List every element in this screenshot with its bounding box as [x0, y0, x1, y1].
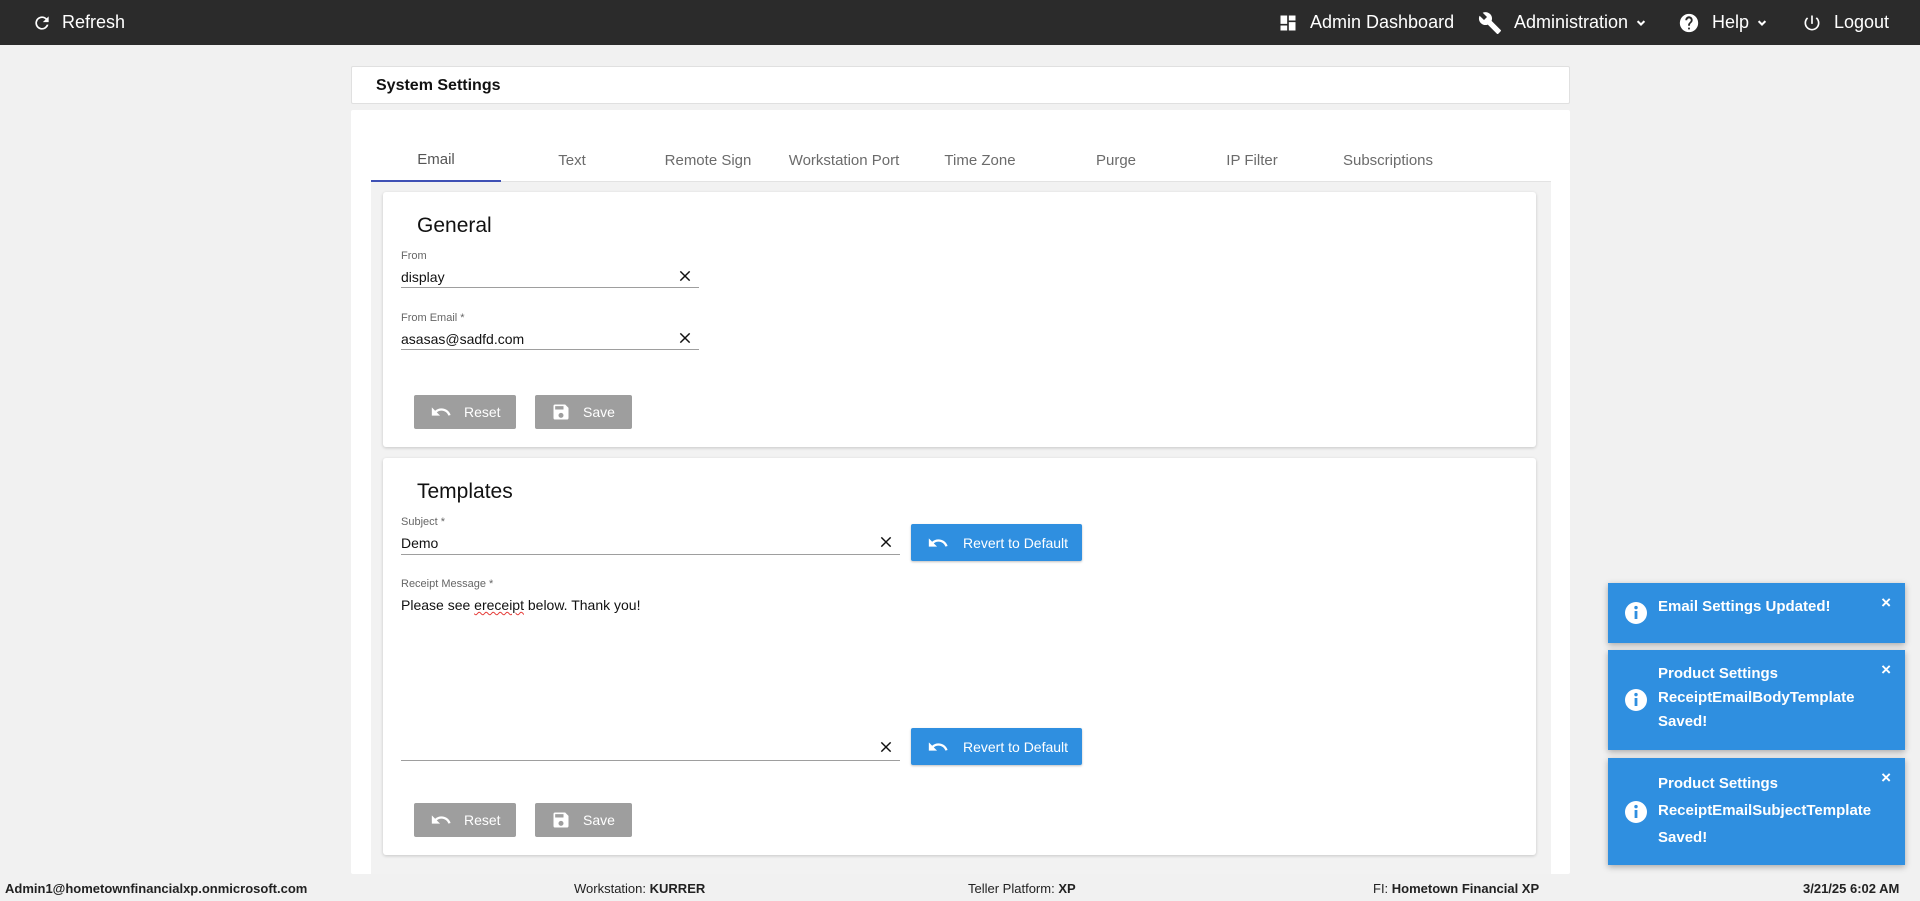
admin-dashboard-link[interactable]: Admin Dashboard: [1278, 0, 1454, 45]
chevron-down-icon: [1636, 19, 1646, 26]
floppy-disk-icon: [553, 812, 569, 828]
status-bar: Admin1@hometownfinancialxp.onmicrosoft.c…: [0, 875, 1920, 901]
toast-notification: Product Settings ReceiptEmailSubjectTemp…: [1608, 758, 1905, 865]
fi-info: FI: Hometown Financial XP: [1373, 881, 1540, 896]
current-user: Admin1@hometownfinancialxp.onmicrosoft.c…: [5, 881, 308, 896]
subject-underline: [401, 554, 900, 555]
help-menu[interactable]: Help: [1678, 0, 1781, 45]
templates-panel: Templates Subject * Demo Revert to Defau…: [383, 458, 1536, 855]
workstation-info: Workstation: KURRER: [574, 881, 706, 896]
logout-button[interactable]: Logout: [1802, 0, 1889, 45]
refresh-button[interactable]: Refresh: [32, 0, 125, 45]
reset-button[interactable]: Reset: [414, 803, 516, 837]
toast-message: Product Settings ReceiptEmailSubjectTemp…: [1658, 775, 1872, 846]
floppy-disk-icon: [553, 404, 569, 420]
from-email-label: From Email *: [401, 312, 465, 324]
from-email-field[interactable]: From Email * asasas@sadfd.com: [401, 312, 699, 350]
administration-label: Administration: [1514, 12, 1629, 32]
reset-label: Reset: [464, 812, 501, 828]
undo-icon: [928, 741, 948, 751]
close-icon[interactable]: ×: [1881, 660, 1891, 680]
receipt-message-value: Please see ereceipt below. Thank you!: [401, 597, 640, 613]
from-value: display: [401, 269, 445, 285]
toast-notification: Product Settings ReceiptEmailBodyTemplat…: [1608, 650, 1905, 750]
close-icon[interactable]: ×: [1881, 768, 1891, 788]
undo-icon: [431, 815, 451, 824]
tab-remote-sign[interactable]: Remote Sign: [643, 138, 773, 182]
templates-title: Templates: [417, 480, 513, 503]
from-email-value: asasas@sadfd.com: [401, 331, 525, 347]
page-header: System Settings: [351, 66, 1570, 104]
tab-subscriptions[interactable]: Subscriptions: [1323, 138, 1453, 182]
refresh-icon: [35, 15, 49, 30]
admin-dashboard-label: Admin Dashboard: [1310, 12, 1455, 32]
undo-icon: [431, 407, 451, 416]
info-icon: [1625, 801, 1647, 823]
receipt-message-field[interactable]: Receipt Message * Please see ereceipt be…: [401, 578, 900, 761]
close-icon[interactable]: [878, 534, 894, 550]
reset-button[interactable]: Reset: [414, 395, 516, 429]
tab-email[interactable]: Email: [371, 138, 501, 182]
power-icon: [1804, 15, 1820, 30]
receipt-misspelled-word: ereceipt: [474, 597, 524, 613]
subject-value: Demo: [401, 535, 439, 551]
receipt-text-start: Please see: [401, 597, 475, 613]
tab-ip-filter[interactable]: IP Filter: [1187, 138, 1317, 182]
tab-time-zone[interactable]: Time Zone: [915, 138, 1045, 182]
top-navbar: Refresh Admin Dashboard Administration H…: [0, 0, 1920, 45]
general-title: General: [417, 214, 492, 237]
save-label: Save: [583, 812, 615, 828]
from-underline: [401, 287, 699, 288]
subject-field[interactable]: Subject * Demo: [401, 516, 900, 555]
save-button[interactable]: Save: [535, 395, 632, 429]
revert-subject-button[interactable]: Revert to Default: [911, 524, 1082, 561]
teller-platform-info: Teller Platform: XP: [968, 881, 1076, 896]
save-label: Save: [583, 404, 615, 420]
close-icon[interactable]: [878, 739, 894, 755]
wrench-icon: [1478, 11, 1501, 34]
revert-label: Revert to Default: [963, 534, 1069, 551]
from-field[interactable]: From display: [401, 250, 699, 288]
subject-label: Subject *: [401, 516, 446, 528]
settings-tabs: Email Text Remote Sign Workstation Port …: [371, 138, 1551, 182]
receipt-message-label: Receipt Message *: [401, 578, 494, 590]
toast-message: Product Settings ReceiptEmailBodyTemplat…: [1658, 665, 1855, 730]
receipt-text-end: below. Thank you!: [523, 597, 641, 613]
dashboard-icon: [1280, 15, 1296, 30]
close-icon[interactable]: ×: [1881, 593, 1891, 613]
revert-receipt-button[interactable]: Revert to Default: [911, 728, 1082, 765]
tab-purge[interactable]: Purge: [1051, 138, 1181, 182]
logout-label: Logout: [1834, 12, 1890, 32]
from-email-underline: [401, 349, 699, 350]
page-title: System Settings: [376, 77, 501, 94]
info-icon: [1625, 689, 1647, 711]
undo-icon: [928, 537, 948, 547]
receipt-message-underline: [401, 760, 900, 761]
help-label: Help: [1712, 12, 1750, 32]
revert-label: Revert to Default: [963, 738, 1069, 755]
from-label: From: [401, 250, 427, 262]
save-button[interactable]: Save: [535, 803, 632, 837]
tab-text[interactable]: Text: [507, 138, 637, 182]
tab-workstation-port[interactable]: Workstation Port: [779, 138, 909, 182]
close-icon[interactable]: [677, 330, 693, 346]
refresh-label: Refresh: [62, 12, 126, 32]
reset-label: Reset: [464, 404, 501, 420]
help-icon: [1679, 13, 1699, 32]
general-panel: General From display From Email * asasas…: [383, 192, 1536, 447]
toast-message: Email Settings Updated!: [1658, 598, 1831, 615]
administration-menu[interactable]: Administration: [1478, 0, 1660, 45]
info-icon: [1625, 602, 1647, 624]
close-icon[interactable]: [677, 268, 693, 284]
chevron-down-icon: [1757, 19, 1767, 26]
datetime: 3/21/25 6:02 AM: [1803, 881, 1900, 896]
toast-notification: Email Settings Updated! ×: [1608, 583, 1905, 643]
